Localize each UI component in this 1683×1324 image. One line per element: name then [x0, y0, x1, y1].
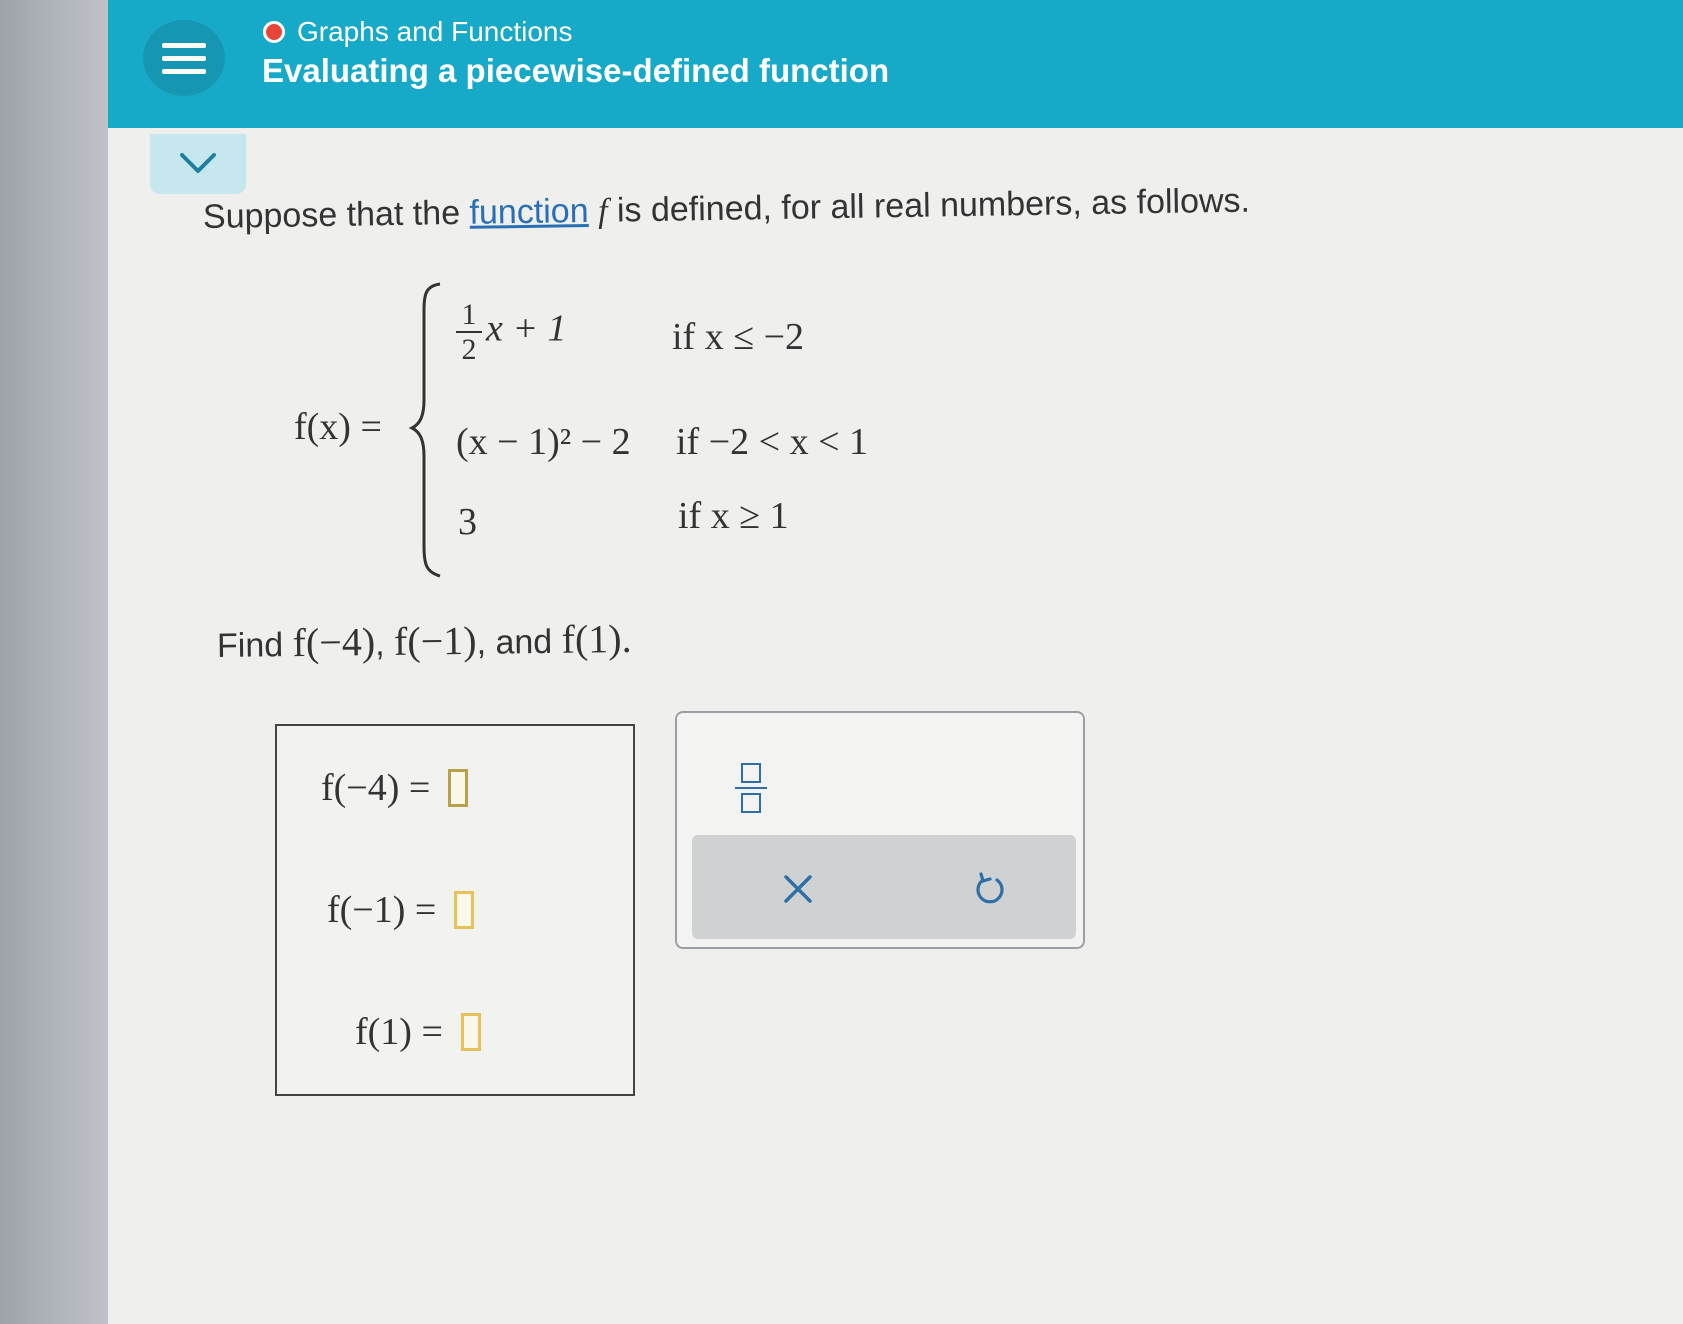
action-bar [692, 835, 1076, 939]
find-f-neg4: f(−4) [292, 619, 376, 666]
answer-label: f(1) = [355, 1011, 443, 1053]
answer-row-f-neg1: f(−1) = [327, 888, 475, 932]
topic-row: Graphs and Functions [263, 12, 573, 52]
frac-num: 1 [461, 298, 477, 331]
close-icon [784, 875, 812, 903]
intro-text-before: Suppose that the [202, 193, 470, 236]
page-title: Evaluating a piecewise-defined function [262, 52, 890, 89]
find-instruction: Find f(−4), f(−1), and f(1). [217, 615, 632, 667]
fraction-icon [741, 762, 761, 783]
clear-button[interactable] [770, 861, 826, 917]
collapse-button[interactable] [150, 134, 246, 194]
answer-label: f(−4) = [321, 767, 431, 809]
answer-input-f-neg4[interactable] [448, 769, 469, 807]
intro-var: f [597, 192, 608, 230]
answer-input-f-1[interactable] [460, 1013, 481, 1051]
fraction-button[interactable] [731, 753, 771, 823]
frac-den: 2 [461, 333, 477, 366]
fraction-half: 1 2 [456, 298, 482, 366]
find-f-1: f(1) [561, 616, 622, 662]
menu-button[interactable] [143, 20, 225, 96]
find-sep1: , [374, 624, 395, 664]
case-3-condition: if x ≥ 1 [678, 495, 789, 537]
find-f-neg1: f(−1) [393, 617, 477, 664]
undo-icon [976, 872, 1004, 904]
piecewise-definition: f(x) = 1 2 x + 1 if x ≤ −2 (x − 1)² − 2 … [290, 280, 910, 580]
answer-row-f-neg4: f(−4) = [321, 766, 469, 810]
fraction-icon [741, 793, 761, 814]
case-2-expr: (x − 1)² − 2 [456, 421, 631, 463]
curly-brace [408, 282, 441, 578]
chevron-down-icon [180, 153, 216, 173]
fraction-bar-icon [735, 786, 767, 790]
fx-label: f(x) = [294, 406, 382, 448]
undo-button[interactable] [962, 861, 1018, 917]
case-2-condition: if −2 < x < 1 [676, 421, 869, 463]
math-tool-panel [675, 711, 1085, 949]
case-1-condition: if x ≤ −2 [672, 316, 804, 358]
answer-label: f(−1) = [327, 889, 437, 931]
answer-input-f-neg1[interactable] [454, 891, 475, 929]
answer-row-f-1: f(1) = [355, 1010, 481, 1054]
case-1-expr: 1 2 x + 1 [456, 298, 567, 366]
answer-box: f(−4) = f(−1) = f(1) = [275, 724, 635, 1096]
find-sep2: , and [476, 622, 562, 662]
topic-title: Graphs and Functions [297, 16, 573, 47]
menu-icon-line [162, 55, 206, 61]
status-dot-icon [263, 21, 285, 43]
function-link[interactable]: function [469, 192, 589, 232]
menu-icon-line [162, 68, 206, 74]
find-prefix: Find [216, 626, 293, 665]
menu-icon-line [162, 42, 206, 48]
find-end: . [621, 615, 632, 662]
case-1-rest: x + 1 [486, 307, 567, 350]
case-3-expr: 3 [458, 501, 477, 543]
